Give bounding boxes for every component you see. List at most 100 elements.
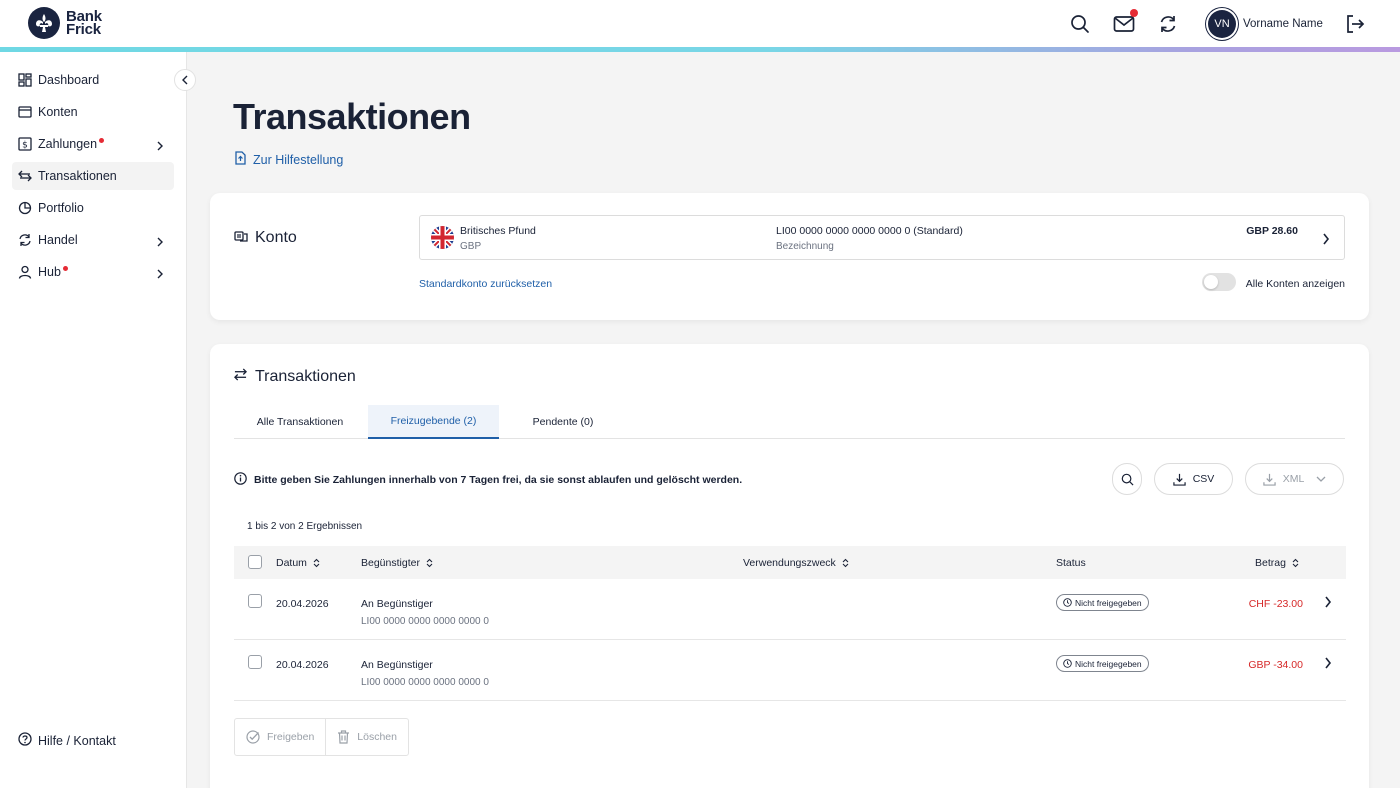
bank-frick-logo[interactable]: Bank Frick	[28, 7, 102, 39]
trash-icon	[338, 730, 350, 744]
delete-button[interactable]: Löschen	[325, 719, 408, 755]
column-header-beneficiary[interactable]: Begünstigter	[361, 557, 433, 569]
sidebar-item-label: Transaktionen	[38, 169, 117, 183]
transaction-tabs: Alle Transaktionen Freizugebende (2) Pen…	[234, 405, 1345, 439]
row-beneficiary: An Begünstiger	[361, 659, 433, 671]
help-link-label: Zur Hilfestellung	[253, 152, 344, 167]
sort-icon	[1292, 558, 1299, 568]
transactions-card-title: Transaktionen	[234, 368, 356, 386]
sidebar-collapse-button[interactable]	[174, 69, 196, 91]
sidebar-item-label: Zahlungen	[38, 137, 98, 151]
transactions-title-label: Transaktionen	[255, 368, 356, 385]
account-selector[interactable]: Britisches Pfund GBP LI00 0000 0000 0000…	[419, 215, 1345, 260]
column-header-amount[interactable]: Betrag	[1255, 557, 1299, 569]
download-icon	[1173, 473, 1186, 486]
row-beneficiary: An Begünstiger	[361, 598, 433, 610]
sort-icon	[426, 558, 433, 568]
check-circle-icon	[246, 730, 260, 744]
help-contact-link[interactable]: Hilfe / Kontakt	[18, 732, 116, 749]
column-header-label: Verwendungszweck	[743, 557, 836, 569]
tab-freizugebende[interactable]: Freizugebende (2)	[368, 405, 499, 439]
mail-icon[interactable]	[1112, 9, 1138, 36]
table-row[interactable]: 20.04.2026 An Begünstiger LI00 0000 0000…	[234, 640, 1346, 701]
status-badge: Nicht freigegeben	[1056, 655, 1149, 672]
sidebar-item-label: Dashboard	[38, 73, 100, 87]
status-badge-label: Nicht freigegeben	[1075, 658, 1142, 669]
xml-export-button[interactable]: XML	[1245, 463, 1344, 495]
sort-icon	[842, 558, 849, 568]
refresh-icon	[18, 233, 32, 247]
fleur-de-lis-icon	[28, 7, 60, 39]
refresh-icon[interactable]	[1156, 12, 1180, 36]
column-header-date[interactable]: Datum	[276, 557, 320, 569]
sidebar-item-konten[interactable]: Konten	[12, 98, 174, 126]
row-amount: CHF -23.00	[1248, 598, 1303, 610]
chevron-left-icon	[182, 75, 188, 85]
coins-icon	[234, 229, 248, 247]
account-title-label: Konto	[255, 229, 297, 246]
row-amount: GBP -34.00	[1248, 659, 1303, 671]
logout-icon[interactable]	[1343, 12, 1367, 36]
sidebar-item-label: Handel	[38, 233, 78, 247]
sidebar-item-handel[interactable]: Handel	[12, 226, 174, 254]
pie-chart-icon	[18, 201, 32, 215]
help-link[interactable]: Zur Hilfestellung	[234, 151, 343, 168]
search-icon	[1121, 473, 1133, 485]
download-icon	[1263, 473, 1276, 486]
table-search-button[interactable]	[1112, 463, 1142, 495]
approval-info-text: Bitte geben Sie Zahlungen innerhalb von …	[254, 474, 743, 486]
show-all-accounts-label: Alle Konten anzeigen	[1245, 278, 1345, 290]
chevron-right-icon	[156, 138, 164, 156]
transactions-card: Transaktionen Alle Transaktionen Freizug…	[210, 344, 1369, 788]
row-date: 20.04.2026	[276, 659, 329, 671]
column-header-label: Status	[1056, 557, 1086, 569]
xml-export-label: XML	[1282, 473, 1305, 485]
user-menu[interactable]: VN Vorname Name	[1208, 10, 1323, 38]
account-card-title: Konto	[234, 229, 297, 247]
sidebar-item-portfolio[interactable]: Portfolio	[12, 194, 174, 222]
clock-icon	[1063, 659, 1072, 668]
clock-icon	[1063, 598, 1072, 607]
csv-export-button[interactable]: CSV	[1154, 463, 1233, 495]
account-description: Bezeichnung	[776, 241, 834, 252]
document-icon	[234, 151, 247, 168]
notification-dot	[99, 137, 105, 143]
chevron-right-icon	[1322, 232, 1330, 250]
svg-text:$: $	[22, 141, 28, 151]
search-icon[interactable]	[1068, 12, 1092, 36]
sidebar-item-transaktionen[interactable]: Transaktionen	[12, 162, 174, 190]
delete-label: Löschen	[357, 731, 397, 743]
account-iban: LI00 0000 0000 0000 0000 0 (Standard)	[776, 225, 963, 237]
chevron-right-icon	[1324, 595, 1332, 613]
top-bar: Bank Frick VN Vorname Name	[0, 0, 1400, 47]
column-header-purpose[interactable]: Verwendungszweck	[743, 557, 849, 569]
show-all-accounts-toggle[interactable]	[1202, 273, 1236, 291]
sidebar-item-label: Konten	[38, 105, 78, 119]
approve-button[interactable]: Freigeben	[235, 719, 325, 755]
sidebar-item-label: Hub	[38, 265, 61, 279]
status-badge-label: Nicht freigegeben	[1075, 597, 1142, 608]
sidebar-item-zahlungen[interactable]: $ Zahlungen	[12, 130, 174, 158]
row-date: 20.04.2026	[276, 598, 329, 610]
select-all-checkbox[interactable]	[248, 555, 262, 569]
dashboard-icon	[18, 73, 32, 87]
approve-label: Freigeben	[267, 731, 315, 743]
table-row[interactable]: 20.04.2026 An Begünstiger LI00 0000 0000…	[234, 579, 1346, 640]
sidebar-item-dashboard[interactable]: Dashboard	[12, 66, 174, 94]
user-icon	[18, 265, 32, 279]
account-card: Konto Britisches Pfund GBP LI00 0000 000…	[210, 193, 1369, 320]
toggle-knob	[1204, 275, 1218, 289]
row-checkbox[interactable]	[248, 655, 262, 669]
tab-alle-transaktionen[interactable]: Alle Transaktionen	[244, 405, 356, 439]
row-iban: LI00 0000 0000 0000 0000 0	[361, 677, 489, 688]
avatar: VN	[1208, 10, 1236, 38]
csv-export-label: CSV	[1192, 473, 1215, 485]
row-checkbox[interactable]	[248, 594, 262, 608]
sidebar-item-hub[interactable]: Hub	[12, 258, 174, 286]
sidebar: Dashboard Konten $ Zahlungen Transaktion…	[0, 52, 187, 788]
sidebar-item-label: Portfolio	[38, 201, 84, 215]
column-header-status: Status	[1056, 557, 1086, 569]
account-name: Britisches Pfund	[460, 225, 536, 237]
tab-pendente[interactable]: Pendente (0)	[511, 405, 615, 439]
reset-default-account-link[interactable]: Standardkonto zurücksetzen	[419, 278, 552, 290]
